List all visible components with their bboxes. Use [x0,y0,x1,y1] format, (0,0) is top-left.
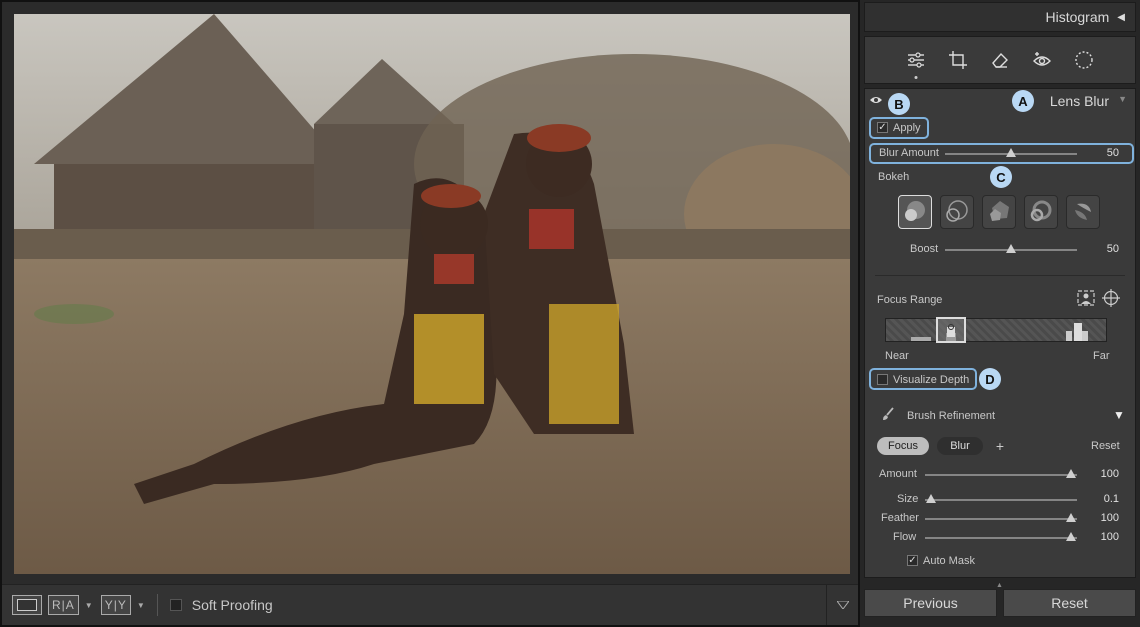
boost-label: Boost [910,243,939,255]
flow-label: Flow [893,531,917,543]
collapse-triangle-icon[interactable]: ▼ [1118,94,1127,104]
bokeh-5-blade-button[interactable] [982,195,1016,229]
feather-value[interactable]: 100 [1089,512,1119,524]
flow-slider[interactable] [925,537,1077,539]
feather-slider[interactable] [925,518,1077,520]
toolbar-menu-toggle[interactable] [826,585,858,625]
bokeh-label: Bokeh [878,171,910,183]
visualize-depth-label: Visualize Depth [893,374,970,386]
histogram-title: Histogram [1045,9,1110,25]
amount-value[interactable]: 100 [1089,468,1119,480]
active-indicator [914,76,918,79]
callout-badge-a: A [1012,90,1034,112]
soft-proofing-checkbox[interactable] [169,599,182,611]
callout-badge-c: C [990,166,1012,188]
blur-amount-label: Blur Amount [879,147,939,159]
previous-button[interactable]: Previous [864,589,997,617]
before-after-lr-button[interactable]: R|A [48,595,79,615]
focus-range-selector[interactable] [936,317,966,343]
boost-thumb[interactable] [1006,244,1016,253]
reset-button[interactable]: Reset [1003,589,1136,617]
subject-focus-icon[interactable] [1077,290,1095,306]
blur-amount-value[interactable]: 50 [1089,147,1119,159]
auto-mask-checkbox[interactable]: ✓ [907,555,918,566]
divider [875,275,1125,276]
amount-thumb[interactable] [1066,469,1076,478]
feather-label: Feather [881,512,919,524]
soft-proofing-label: Soft Proofing [191,597,273,613]
view-toolbar: R|A ▼ Y|Y ▼ Soft Proofing [2,584,858,625]
add-brush-button[interactable]: + [991,437,1009,455]
lens-blur-title: Lens Blur [1049,93,1109,109]
tool-strip [864,36,1136,84]
red-eye-icon[interactable] [1032,50,1052,70]
bokeh-cat-eye-button[interactable] [1066,195,1100,229]
far-label: Far [1093,350,1110,362]
loupe-icon [17,599,37,611]
eraser-icon[interactable] [990,50,1010,70]
near-label: Near [885,350,909,362]
boost-value[interactable]: 50 [1089,243,1119,255]
point-focus-icon[interactable] [1102,289,1120,307]
panel-end-marker: ▲ [996,582,1003,589]
brush-icon [883,407,894,420]
chevron-down-icon [836,601,849,609]
bokeh-ring-button[interactable] [1024,195,1058,229]
brush-reset-link[interactable]: Reset [1091,440,1120,452]
histogram-header[interactable]: Histogram ◀ [864,2,1136,32]
histogram-toggle-icon[interactable]: ◀ [1117,12,1125,23]
chevron-down-icon[interactable]: ▼ [85,601,93,610]
focus-range-depth-map[interactable] [885,317,1107,343]
develop-panel: Histogram ◀ Lens Blur ▼ ✓ Apply Blur Amo… [860,0,1140,627]
size-label: Size [897,493,919,505]
size-thumb[interactable] [926,494,936,503]
image-viewer: R|A ▼ Y|Y ▼ Soft Proofing [0,0,860,627]
lens-blur-section: Lens Blur ▼ ✓ Apply Blur Amount 50 Bokeh [864,88,1136,578]
focus-range-label: Focus Range [877,294,943,306]
divider [156,594,158,616]
before-after-tb-button[interactable]: Y|Y [100,595,131,615]
masking-icon[interactable] [1074,50,1094,70]
callout-badge-d: D [979,368,1001,390]
flow-value[interactable]: 100 [1089,531,1119,543]
amount-label: Amount [879,468,917,480]
focus-brush-button[interactable]: Focus [877,437,929,455]
blur-brush-button[interactable]: Blur [937,437,983,455]
size-slider[interactable] [925,499,1077,501]
blur-amount-thumb[interactable] [1006,148,1016,157]
feather-thumb[interactable] [1066,513,1076,522]
brush-refinement-toggle-icon[interactable]: ▼ [1113,408,1125,422]
bokeh-ring-icon [1030,200,1052,222]
loupe-view-button[interactable] [12,595,42,615]
crop-icon[interactable] [948,50,968,70]
edit-sliders-icon[interactable] [906,50,926,79]
chevron-down-icon[interactable]: ▼ [137,601,145,610]
depth-histogram [911,323,1088,341]
apply-label: Apply [893,122,921,134]
size-value[interactable]: 0.1 [1089,493,1119,505]
photo[interactable] [14,14,850,574]
visualize-depth-checkbox[interactable] [877,374,888,385]
panel-footer: Previous Reset [864,589,1136,621]
bokeh-bubble-button[interactable] [940,195,974,229]
auto-mask-label: Auto Mask [923,555,975,567]
bokeh-bubble-icon [946,200,968,222]
brush-refinement-label: Brush Refinement [907,410,996,422]
bokeh-cat-eye-icon [1075,203,1091,220]
bokeh-blade-icon [990,201,1009,221]
bokeh-circle-icon [905,201,925,221]
eye-icon[interactable] [869,95,883,105]
photo-image [14,14,850,574]
flow-thumb[interactable] [1066,532,1076,541]
callout-badge-b: B [888,93,910,115]
apply-checkbox[interactable]: ✓ [877,122,888,133]
amount-slider[interactable] [925,474,1077,476]
bokeh-circle-button[interactable] [898,195,932,229]
